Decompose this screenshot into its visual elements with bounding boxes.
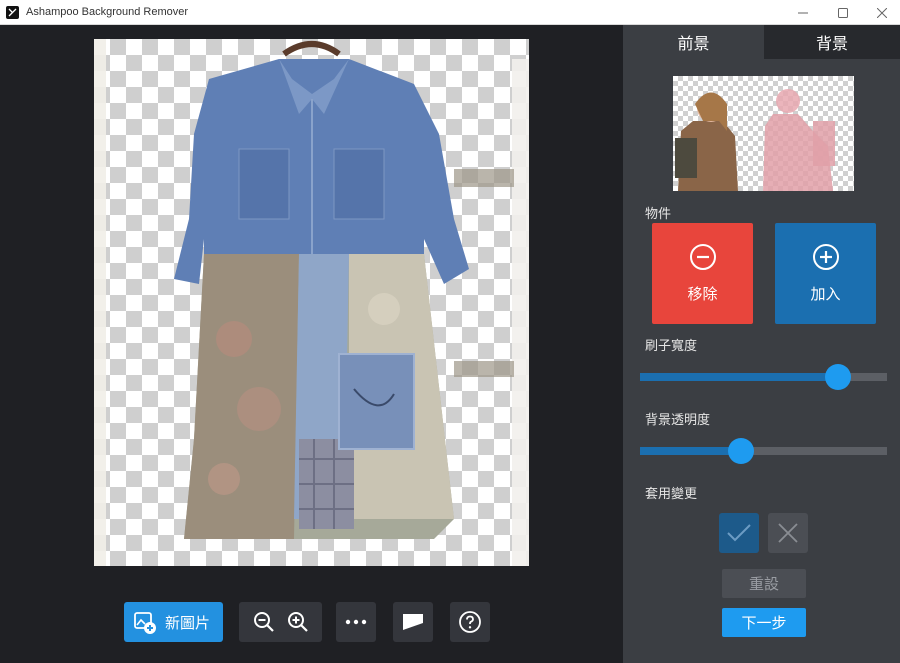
new-image-label: 新圖片 [165, 614, 211, 632]
side-panel: 前景 背景 物件 移除 加入 刷子寬度 背景透明度 套用變更 重設 下一步 [623, 25, 900, 663]
minimize-button[interactable] [783, 0, 823, 25]
help-button[interactable] [450, 602, 490, 642]
slider-fill [640, 373, 838, 381]
bg-opacity-label: 背景透明度 [645, 412, 711, 427]
new-image-button[interactable]: 新圖片 [124, 602, 223, 642]
maximize-button[interactable] [823, 0, 863, 25]
close-icon [877, 7, 887, 18]
maximize-icon [838, 7, 848, 18]
remove-label: 移除 [687, 286, 718, 303]
brush-width-label: 刷子寬度 [645, 338, 698, 353]
compare-icon [403, 614, 423, 630]
canvas-area: 新圖片 [0, 25, 623, 663]
zoom-group [239, 602, 322, 642]
minus-circle-icon [689, 244, 716, 270]
close-x-icon [778, 523, 798, 543]
minimize-icon [798, 12, 808, 13]
dress-photo [94, 39, 529, 566]
close-button[interactable] [862, 0, 900, 25]
more-options-button[interactable] [336, 602, 376, 642]
tab-background[interactable]: 背景 [764, 25, 900, 59]
slider-fill [640, 447, 742, 455]
brush-width-slider[interactable] [640, 364, 887, 390]
slider-handle[interactable] [728, 438, 755, 464]
add-image-icon [133, 610, 157, 634]
apply-changes-label: 套用變更 [645, 486, 698, 501]
zoom-in-icon[interactable] [286, 610, 310, 634]
add-label: 加入 [810, 286, 841, 303]
bg-opacity-slider[interactable] [640, 438, 887, 464]
app-logo-icon [6, 6, 19, 19]
zoom-out-icon[interactable] [252, 610, 276, 634]
reset-button[interactable]: 重設 [722, 569, 806, 598]
compare-button[interactable] [393, 602, 433, 642]
slider-handle[interactable] [824, 364, 851, 390]
apply-button[interactable] [719, 513, 759, 553]
image-canvas[interactable] [94, 39, 529, 566]
tab-foreground[interactable]: 前景 [623, 25, 764, 59]
preview-thumbnail [673, 76, 854, 191]
remove-button[interactable]: 移除 [652, 223, 753, 324]
more-icon [345, 619, 367, 625]
title-bar: Ashampoo Background Remover [0, 0, 900, 25]
add-button[interactable]: 加入 [775, 223, 876, 324]
plus-circle-icon [812, 244, 839, 270]
checkmark-icon [727, 524, 751, 542]
next-button[interactable]: 下一步 [722, 608, 806, 637]
help-icon [459, 611, 481, 633]
window-title: Ashampoo Background Remover [26, 6, 189, 18]
discard-button[interactable] [768, 513, 808, 553]
objects-label: 物件 [645, 206, 672, 221]
